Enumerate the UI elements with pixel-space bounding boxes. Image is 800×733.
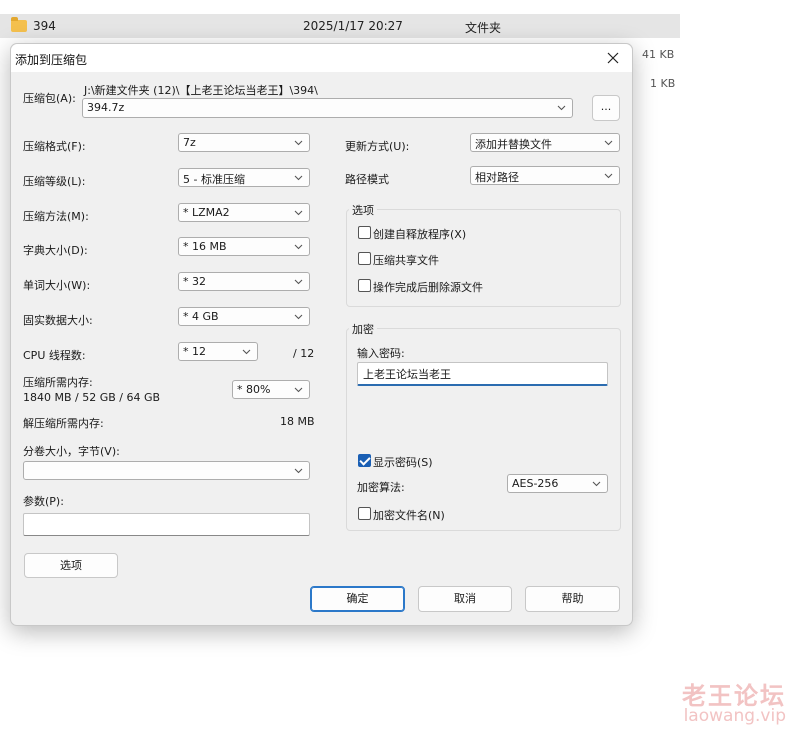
dict-value: * 16 MB xyxy=(183,240,227,253)
mem-decompress-value: 18 MB xyxy=(280,415,315,428)
method-label: 压缩方法(M): xyxy=(23,210,89,223)
explorer-folder-row[interactable]: 394 2025/1/17 20:27 文件夹 xyxy=(0,14,680,38)
archive-label: 压缩包(A): xyxy=(23,92,76,105)
path-mode-value: 相对路径 xyxy=(475,171,519,184)
method-value: * LZMA2 xyxy=(183,206,230,219)
format-label: 压缩格式(F): xyxy=(23,140,86,153)
password-input[interactable]: 上老王论坛当老王 xyxy=(357,362,608,386)
folder-icon xyxy=(11,17,27,32)
solid-combo[interactable]: * 4 GB xyxy=(178,307,310,326)
dialog-title: 添加到压缩包 xyxy=(15,53,88,67)
show-password-label: 显示密码(S) xyxy=(373,456,433,469)
encryption-method-value: AES-256 xyxy=(512,477,559,490)
cpu-value: * 12 xyxy=(183,345,206,358)
word-label: 单词大小(W): xyxy=(23,279,91,292)
mem-compress-combo[interactable]: * 80% xyxy=(232,380,310,399)
chevron-down-icon xyxy=(293,311,304,322)
password-value: 上老王论坛当老王 xyxy=(363,368,451,381)
dict-label: 字典大小(D): xyxy=(23,244,88,257)
chevron-down-icon xyxy=(293,384,304,395)
update-value: 添加并替换文件 xyxy=(475,138,552,151)
level-combo[interactable]: 5 - 标准压缩 xyxy=(178,168,310,187)
show-password-checkbox[interactable] xyxy=(358,454,371,467)
shared-label: 压缩共享文件 xyxy=(373,254,439,267)
chevron-down-icon xyxy=(293,137,304,148)
chevron-down-icon xyxy=(591,478,602,489)
method-combo[interactable]: * LZMA2 xyxy=(178,203,310,222)
word-combo[interactable]: * 32 xyxy=(178,272,310,291)
archive-name-combo[interactable]: 394.7z xyxy=(82,98,573,118)
volume-label: 分卷大小，字节(V): xyxy=(23,445,120,458)
word-value: * 32 xyxy=(183,275,206,288)
encryption-method-combo[interactable]: AES-256 xyxy=(507,474,608,493)
delete-source-checkbox[interactable] xyxy=(358,279,371,292)
chevron-down-icon xyxy=(293,207,304,218)
mem-compress-label: 压缩所需内存: xyxy=(23,376,93,389)
encryption-method-label: 加密算法: xyxy=(357,481,405,494)
mem-compress-detail: 1840 MB / 52 GB / 64 GB xyxy=(23,391,161,404)
archive-name-value: 394.7z xyxy=(87,101,125,114)
sfx-checkbox[interactable] xyxy=(358,226,371,239)
encrypt-names-label: 加密文件名(N) xyxy=(373,509,445,522)
chevron-down-icon xyxy=(293,465,304,476)
chevron-down-icon xyxy=(293,276,304,287)
close-icon xyxy=(607,52,619,64)
chevron-down-icon xyxy=(293,241,304,252)
file-size-2: 1 KB xyxy=(650,77,676,90)
help-button[interactable]: 帮助 xyxy=(525,586,620,612)
shared-checkbox[interactable] xyxy=(358,252,371,265)
encrypt-names-checkbox[interactable] xyxy=(358,507,371,520)
cpu-label: CPU 线程数: xyxy=(23,349,86,362)
password-label: 输入密码: xyxy=(357,347,405,360)
ok-button[interactable]: 确定 xyxy=(310,586,405,612)
format-combo[interactable]: 7z xyxy=(178,133,310,152)
delete-source-label: 操作完成后删除源文件 xyxy=(373,281,483,294)
dialog-titlebar: 添加到压缩包 xyxy=(11,44,632,72)
sfx-label: 创建自释放程序(X) xyxy=(373,228,467,241)
file-size-1: 41 KB xyxy=(642,48,675,61)
watermark-url: laowang.vip xyxy=(683,706,786,726)
update-label: 更新方式(U): xyxy=(345,140,410,153)
chevron-down-icon xyxy=(603,137,614,148)
volume-combo[interactable] xyxy=(23,461,310,480)
mem-decompress-label: 解压缩所需内存: xyxy=(23,417,104,430)
update-combo[interactable]: 添加并替换文件 xyxy=(470,133,620,152)
folder-name: 394 xyxy=(33,19,56,33)
options-button[interactable]: 选项 xyxy=(24,553,118,578)
options-group-title: 选项 xyxy=(349,202,377,218)
params-label: 参数(P): xyxy=(23,495,64,508)
chevron-down-icon xyxy=(293,172,304,183)
chevron-down-icon xyxy=(241,346,252,357)
chevron-down-icon xyxy=(556,102,567,113)
archive-path: J:\新建文件夹 (12)\【上老王论坛当老王】\394\ xyxy=(84,84,318,97)
encryption-group-title: 加密 xyxy=(349,321,377,337)
path-mode-label: 路径模式 xyxy=(345,173,389,186)
level-label: 压缩等级(L): xyxy=(23,175,86,188)
dict-combo[interactable]: * 16 MB xyxy=(178,237,310,256)
cancel-button[interactable]: 取消 xyxy=(418,586,512,612)
format-value: 7z xyxy=(183,136,196,149)
solid-value: * 4 GB xyxy=(183,310,219,323)
folder-date: 2025/1/17 20:27 xyxy=(303,19,403,33)
cpu-max: / 12 xyxy=(293,347,315,360)
browse-button[interactable]: ... xyxy=(592,95,620,121)
params-input[interactable] xyxy=(23,513,310,536)
close-button[interactable] xyxy=(602,48,624,68)
chevron-down-icon xyxy=(603,170,614,181)
cpu-combo[interactable]: * 12 xyxy=(178,342,258,361)
mem-compress-value: * 80% xyxy=(237,383,271,396)
level-value: 5 - 标准压缩 xyxy=(183,173,245,186)
solid-label: 固实数据大小: xyxy=(23,314,93,327)
path-mode-combo[interactable]: 相对路径 xyxy=(470,166,620,185)
add-to-archive-dialog: 添加到压缩包 压缩包(A): J:\新建文件夹 (12)\【上老王论坛当老王】\… xyxy=(10,43,633,626)
folder-type: 文件夹 xyxy=(465,21,502,35)
